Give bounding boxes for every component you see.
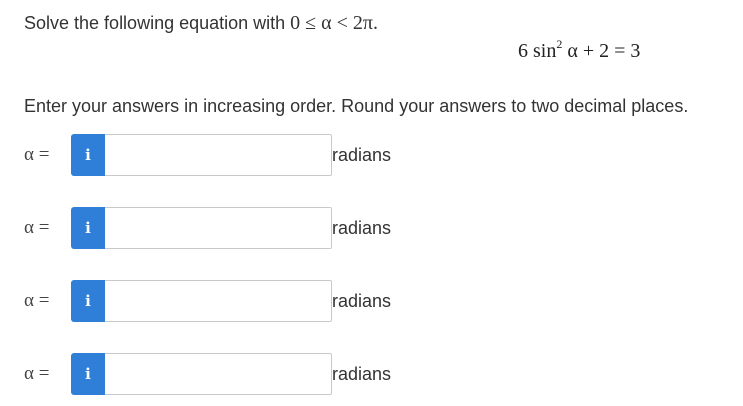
answer-row-2: α = i radians (24, 207, 424, 249)
unit-label: radians (332, 364, 392, 384)
equation-rest: α + 2 = 3 (562, 40, 641, 62)
answer-input-2[interactable] (105, 207, 332, 249)
prompt-text: Solve the following equation with (24, 13, 291, 33)
answer-input-3[interactable] (105, 280, 332, 322)
info-icon[interactable]: i (71, 134, 105, 176)
answer-input-4[interactable] (105, 353, 332, 395)
prompt-condition: 0 ≤ α < 2π. (290, 12, 379, 34)
answer-row-4: α = i radians (24, 353, 424, 395)
info-icon[interactable]: i (71, 280, 105, 322)
question-prompt: Solve the following equation with 0 ≤ α … (24, 11, 378, 35)
answer-row-3: α = i radians (24, 280, 424, 322)
alpha-label: α = (24, 144, 50, 165)
equation-coefficient: 6 sin (518, 40, 557, 62)
info-icon[interactable]: i (71, 353, 105, 395)
answer-row-1: α = i radians (24, 134, 424, 176)
instructions-text: Enter your answers in increasing order. … (24, 96, 689, 116)
info-icon[interactable]: i (71, 207, 105, 249)
answer-input-1[interactable] (105, 134, 332, 176)
unit-label: radians (332, 145, 392, 165)
unit-label: radians (332, 218, 392, 238)
unit-label: radians (332, 291, 392, 311)
alpha-label: α = (24, 217, 50, 238)
alpha-label: α = (24, 290, 50, 311)
equation: 6 sin2 α + 2 = 3 (518, 38, 640, 64)
alpha-label: α = (24, 363, 50, 384)
